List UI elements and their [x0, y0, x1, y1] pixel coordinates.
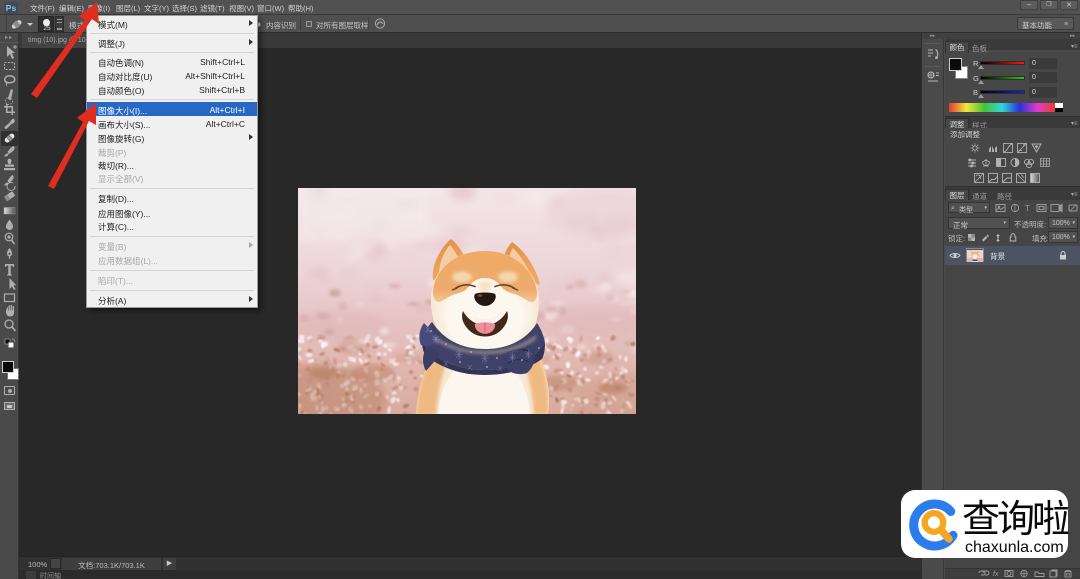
- svg-text:T: T: [1025, 204, 1030, 213]
- svg-text:fx: fx: [993, 571, 999, 578]
